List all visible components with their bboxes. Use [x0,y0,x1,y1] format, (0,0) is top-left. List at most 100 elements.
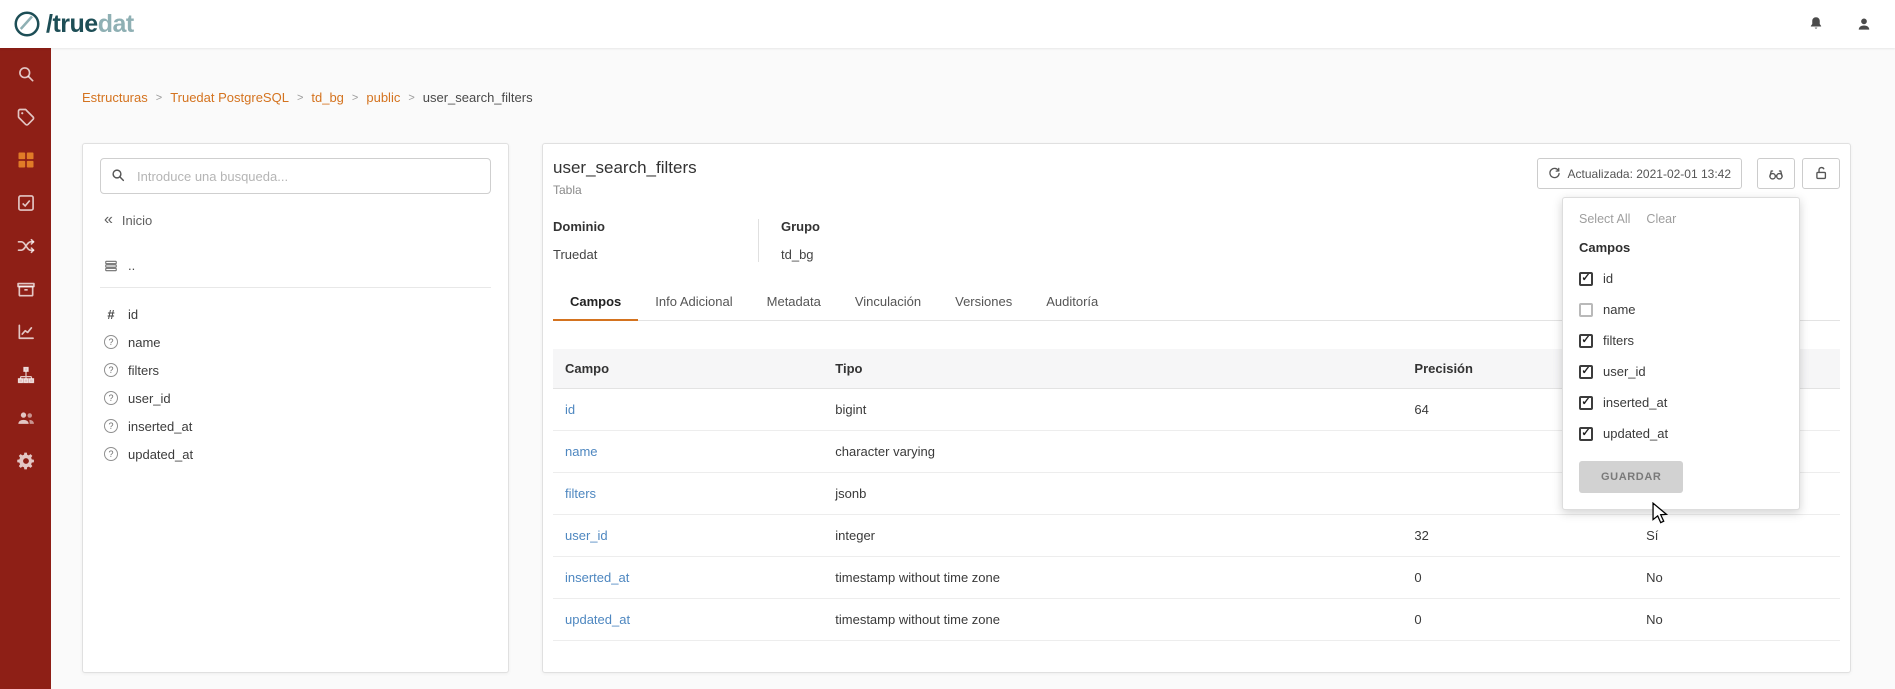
field-link[interactable]: user_id [553,515,823,557]
checkbox[interactable] [1579,427,1593,441]
field-link[interactable]: id [553,389,823,431]
panel-divider [100,287,491,288]
lock-button[interactable] [1802,158,1840,189]
tab-versiones[interactable]: Versiones [938,284,1029,321]
sidebar-item-users[interactable] [16,408,36,428]
number-type-icon: # [104,307,118,321]
sidebar-item-shuffle[interactable] [16,236,36,256]
column-visibility-button[interactable] [1757,158,1795,189]
tree-field-label: filters [128,363,159,378]
tab-info-adicional[interactable]: Info Adicional [638,284,749,321]
breadcrumb-separator: > [408,92,414,104]
dropdown-option-id[interactable]: id [1579,263,1783,294]
dropdown-option-filters[interactable]: filters [1579,325,1783,356]
tab-vinculacion[interactable]: Vinculación [838,284,938,321]
breadcrumb-link[interactable]: td_bg [311,90,344,105]
unknown-type-icon: ? [104,391,118,405]
breadcrumb-link[interactable]: public [366,90,400,105]
sitemap-icon [16,365,36,385]
dropdown-option-name[interactable]: name [1579,294,1783,325]
tab-auditoria[interactable]: Auditoría [1029,284,1115,321]
tab-campos[interactable]: Campos [553,284,638,321]
tab-metadata[interactable]: Metadata [750,284,838,321]
select-all-link[interactable]: Select All [1579,212,1630,226]
back-label: Inicio [122,213,152,228]
tree-field-label: updated_at [128,447,193,462]
dropdown-option-inserted-at[interactable]: inserted_at [1579,387,1783,418]
tree-field-item[interactable]: ? name [104,328,491,356]
sidebar-item-tag[interactable] [16,107,36,127]
parent-directory-item[interactable]: .. [104,258,491,273]
unknown-type-icon: ? [104,447,118,461]
dropdown-option-user-id[interactable]: user_id [1579,356,1783,387]
tag-icon [16,107,36,127]
field-nullable: No [1634,599,1840,641]
breadcrumb-link[interactable]: Truedat PostgreSQL [170,90,289,105]
field-link[interactable]: updated_at [553,599,823,641]
field-nullable: No [1634,557,1840,599]
glasses-icon [1767,165,1785,183]
grupo-value: td_bg [781,247,939,262]
parent-directory-label: .. [128,258,135,273]
sidebar-item-box[interactable] [16,279,36,299]
truedat-logo[interactable]: /truedat [12,9,134,39]
sidebar-item-gear[interactable] [16,451,36,471]
unlock-icon [1813,165,1830,182]
sidebar-item-check-square[interactable] [16,193,36,213]
user-profile-icon[interactable] [1855,15,1873,33]
tree-field-item[interactable]: ? user_id [104,384,491,412]
field-link[interactable]: name [553,431,823,473]
dropdown-option-updated-at[interactable]: updated_at [1579,418,1783,449]
dominio-value: Truedat [553,247,734,262]
breadcrumb-separator: > [352,92,358,104]
double-chevron-left-icon: « [104,212,113,228]
gear-icon [16,451,36,471]
field-link[interactable]: inserted_at [553,557,823,599]
field-precision: 0 [1402,599,1634,641]
tree-field-item[interactable]: ? filters [104,356,491,384]
field-type: character varying [823,431,1402,473]
field-type: jsonb [823,473,1402,515]
checkbox[interactable] [1579,365,1593,379]
field-nullable: Sí [1634,515,1840,557]
grupo-label: Grupo [781,219,939,234]
tree-field-label: name [128,335,161,350]
top-navbar: /truedat [0,0,1895,48]
page-title: user_search_filters [553,158,697,178]
tree-field-item[interactable]: ? updated_at [104,440,491,468]
field-type: timestamp without time zone [823,557,1402,599]
structure-tree-panel: « Inicio .. # id ? name ? filters ? user… [82,143,509,673]
search-input[interactable] [100,158,491,194]
tree-field-label: inserted_at [128,419,192,434]
grid-icon [16,150,36,170]
unknown-type-icon: ? [104,335,118,349]
field-type: bigint [823,389,1402,431]
sidebar-item-sitemap[interactable] [16,365,36,385]
tree-field-label: user_id [128,391,171,406]
refresh-updated-button[interactable]: Actualizada: 2021-02-01 13:42 [1537,158,1742,189]
dominio-label: Dominio [553,219,734,234]
box-icon [16,279,36,299]
breadcrumb-separator: > [297,92,303,104]
back-to-home-link[interactable]: « Inicio [104,212,491,228]
breadcrumb-link[interactable]: Estructuras [82,90,148,105]
field-link[interactable]: filters [553,473,823,515]
sidebar-item-search[interactable] [16,64,36,84]
sidebar-item-chart[interactable] [16,322,36,342]
checkbox[interactable] [1579,303,1593,317]
stack-icon [104,259,118,273]
app-sidebar [0,48,51,689]
search-icon [110,167,126,188]
checkbox[interactable] [1579,334,1593,348]
sidebar-item-grid[interactable] [16,150,36,170]
checkbox[interactable] [1579,272,1593,286]
unknown-type-icon: ? [104,363,118,377]
tree-field-item[interactable]: ? inserted_at [104,412,491,440]
tree-field-item[interactable]: # id [104,300,491,328]
save-button[interactable]: GUARDAR [1579,461,1683,493]
truedat-logo-icon [12,9,42,39]
checkbox[interactable] [1579,396,1593,410]
clear-link[interactable]: Clear [1646,212,1676,226]
notifications-bell-icon[interactable] [1807,15,1825,33]
dropdown-group-label: Campos [1579,240,1783,255]
